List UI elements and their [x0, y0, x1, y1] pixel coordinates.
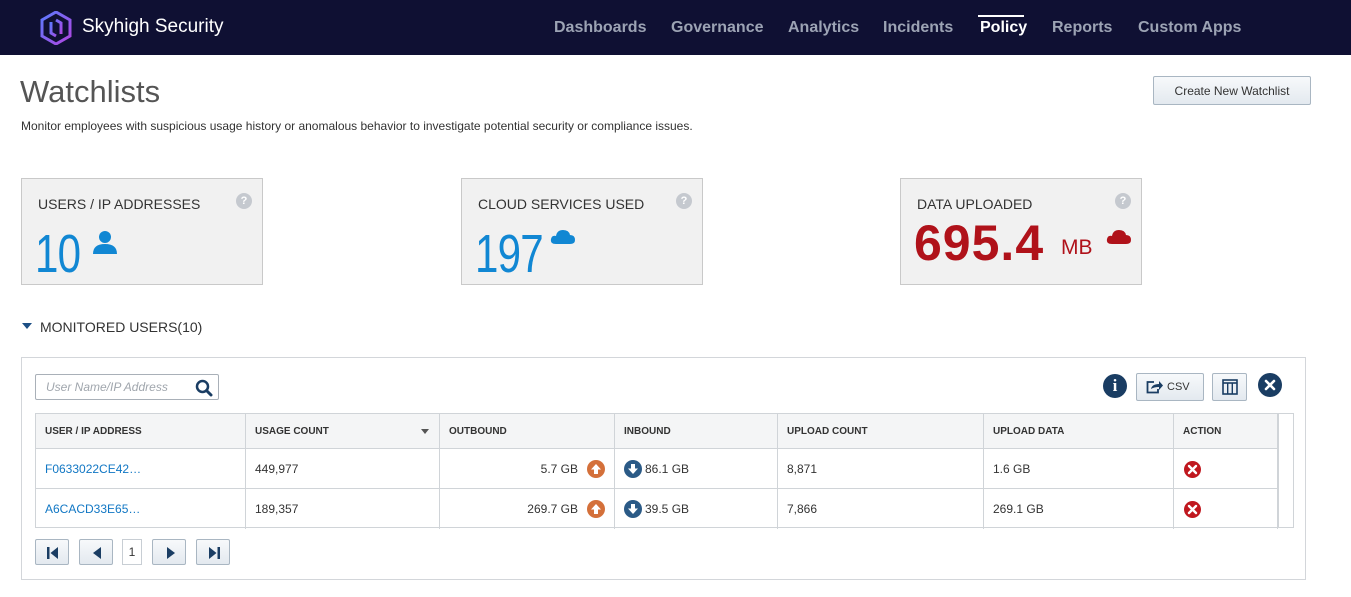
section-title: MONITORED USERS(10)	[40, 319, 203, 335]
last-page-button[interactable]	[196, 539, 230, 565]
stat-label: USERS / IP ADDRESSES	[38, 196, 201, 212]
monitored-users-panel: i CSV USER / IP ADDRESS USAGE COUNT OUTB…	[21, 357, 1306, 580]
top-nav-bar: Skyhigh Security Dashboards Governance A…	[0, 0, 1351, 55]
inbound-cell: 86.1 GB	[615, 449, 778, 489]
monitored-users-table: USER / IP ADDRESS USAGE COUNT OUTBOUND I…	[35, 413, 1294, 529]
current-page-number[interactable]: 1	[122, 539, 142, 565]
nav-custom-apps[interactable]: Custom Apps	[1138, 19, 1241, 37]
help-icon[interactable]: ?	[676, 193, 692, 209]
col-upload-data[interactable]: UPLOAD DATA	[984, 414, 1174, 449]
stat-value: 10	[35, 224, 81, 284]
stat-label: CLOUD SERVICES USED	[478, 196, 645, 212]
last-page-icon	[209, 547, 220, 559]
previous-page-icon	[93, 547, 101, 559]
user-link[interactable]: A6CACD33E65…	[36, 489, 246, 529]
first-page-icon	[47, 547, 58, 559]
export-icon	[1146, 381, 1163, 394]
outbound-value: 5.7 GB	[540, 462, 578, 476]
table-row: A6CACD33E65… 189,357 269.7 GB 39.5 GB 7,…	[36, 489, 1278, 529]
stat-card-data-uploaded: DATA UPLOADED ? 695.4 MB	[900, 178, 1142, 285]
upload-arrow-icon	[587, 460, 605, 478]
remove-icon[interactable]	[1184, 461, 1201, 478]
create-watchlist-button[interactable]: Create New Watchlist	[1153, 76, 1311, 105]
stat-label: DATA UPLOADED	[917, 196, 1033, 212]
download-arrow-icon	[624, 460, 642, 478]
info-icon[interactable]: i	[1103, 374, 1127, 398]
col-inbound[interactable]: INBOUND	[615, 414, 778, 449]
usage-count-cell: 449,977	[246, 449, 440, 489]
table-header: USER / IP ADDRESS USAGE COUNT OUTBOUND I…	[36, 414, 1278, 449]
inbound-value: 86.1 GB	[645, 462, 690, 476]
action-cell	[1174, 489, 1278, 529]
page-title: Watchlists	[20, 74, 161, 109]
csv-label: CSV	[1167, 381, 1190, 393]
upload-data-cell: 1.6 GB	[984, 449, 1174, 489]
col-usage-count[interactable]: USAGE COUNT	[246, 414, 440, 449]
nav-active-indicator	[978, 15, 1024, 17]
outbound-value: 269.7 GB	[527, 502, 578, 516]
cloud-icon	[1106, 230, 1131, 244]
monitored-users-toggle[interactable]: MONITORED USERS(10)	[22, 319, 202, 335]
user-link[interactable]: F0633022CE42…	[36, 449, 246, 489]
stat-card-cloud-services: CLOUD SERVICES USED ? 197	[461, 178, 703, 285]
nav-incidents[interactable]: Incidents	[883, 19, 953, 37]
col-user[interactable]: USER / IP ADDRESS	[36, 414, 246, 449]
table-row: F0633022CE42… 449,977 5.7 GB 86.1 GB 8,8…	[36, 449, 1278, 489]
help-icon[interactable]: ?	[236, 193, 252, 209]
outbound-cell: 5.7 GB	[440, 449, 615, 489]
col-usage-count-label: USAGE COUNT	[255, 426, 329, 437]
upload-data-cell: 269.1 GB	[984, 489, 1174, 529]
nav-dashboards[interactable]: Dashboards	[554, 19, 646, 37]
stat-card-users: USERS / IP ADDRESSES ? 10	[21, 178, 263, 285]
nav-policy[interactable]: Policy	[980, 19, 1027, 37]
outbound-cell: 269.7 GB	[440, 489, 615, 529]
caret-down-icon	[22, 323, 32, 330]
previous-page-button[interactable]	[79, 539, 113, 565]
page-description: Monitor employees with suspicious usage …	[21, 119, 693, 133]
skyhigh-logo-icon[interactable]	[40, 11, 72, 45]
inbound-cell: 39.5 GB	[615, 489, 778, 529]
sort-desc-icon	[421, 429, 429, 434]
search-box	[35, 374, 219, 400]
first-page-button[interactable]	[35, 539, 69, 565]
table-scrollbar[interactable]	[1278, 414, 1293, 527]
export-csv-button[interactable]: CSV	[1136, 373, 1204, 401]
col-upload-count[interactable]: UPLOAD COUNT	[778, 414, 984, 449]
columns-icon	[1222, 379, 1238, 395]
stat-value: 197	[475, 224, 544, 284]
upload-count-cell: 7,866	[778, 489, 984, 529]
stat-value: 695.4	[914, 215, 1045, 271]
nav-analytics[interactable]: Analytics	[788, 19, 859, 37]
action-cell	[1174, 449, 1278, 489]
usage-count-cell: 189,357	[246, 489, 440, 529]
remove-icon[interactable]	[1184, 501, 1201, 518]
col-outbound[interactable]: OUTBOUND	[440, 414, 615, 449]
next-page-button[interactable]	[152, 539, 186, 565]
download-arrow-icon	[624, 500, 642, 518]
col-action: ACTION	[1174, 414, 1278, 449]
user-icon	[93, 231, 117, 254]
inbound-value: 39.5 GB	[645, 502, 690, 516]
upload-arrow-icon	[587, 500, 605, 518]
nav-governance[interactable]: Governance	[671, 19, 763, 37]
column-chooser-button[interactable]	[1212, 373, 1247, 401]
brand-name[interactable]: Skyhigh Security	[82, 16, 224, 38]
search-input[interactable]	[37, 376, 187, 398]
close-icon[interactable]	[1258, 373, 1282, 397]
help-icon[interactable]: ?	[1115, 193, 1131, 209]
nav-reports[interactable]: Reports	[1052, 19, 1112, 37]
stat-unit: MB	[1061, 236, 1093, 259]
cloud-icon	[550, 230, 575, 244]
upload-count-cell: 8,871	[778, 449, 984, 489]
search-icon[interactable]	[195, 379, 213, 397]
next-page-icon	[167, 547, 175, 559]
